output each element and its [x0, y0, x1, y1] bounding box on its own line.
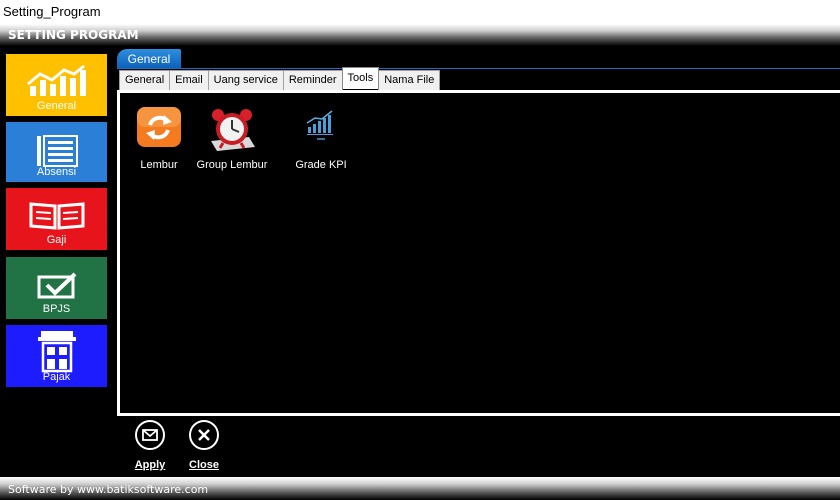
- sidebar-item-absensi[interactable]: Absensi: [6, 122, 107, 182]
- tab-strip: General Email Uang service Reminder Tool…: [119, 67, 441, 90]
- list-icon: [36, 135, 78, 167]
- tab-tools[interactable]: Tools: [341, 67, 380, 89]
- book-icon: [29, 202, 84, 230]
- tools-panel: Lembur Group Lembur Grade KPI: [117, 90, 840, 416]
- sidebar-item-label: General: [36, 100, 77, 112]
- tab-reminder[interactable]: Reminder: [282, 70, 343, 90]
- checkmark-envelope-icon: [37, 272, 76, 299]
- close-label: Close: [189, 459, 219, 471]
- window-titlebar: Setting_Program: [0, 0, 840, 24]
- apply-label: Apply: [134, 459, 166, 471]
- tool-label: Group Lembur: [196, 159, 268, 171]
- tab-general[interactable]: General: [119, 70, 171, 90]
- tool-grade-kpi[interactable]: Grade KPI: [276, 107, 366, 171]
- tab-uang-service[interactable]: Uang service: [207, 70, 284, 90]
- header-bar: SETTING PROGRAM: [0, 24, 840, 46]
- sidebar-item-label: Gaji: [46, 234, 67, 246]
- footer-bar: Software by www.batiksoftware.com: [0, 477, 840, 500]
- window-title: Setting_Program: [3, 4, 101, 19]
- sidebar-item-label: Absensi: [36, 166, 77, 178]
- tool-label: Grade KPI: [295, 159, 347, 171]
- apply-button[interactable]: Apply: [125, 420, 175, 471]
- line-chart-icon: [26, 64, 86, 96]
- tab-nama-file[interactable]: Nama File: [378, 70, 441, 90]
- sidebar-item-label: BPJS: [42, 303, 71, 315]
- building-icon: [37, 331, 76, 373]
- alarm-clock-icon: [209, 107, 255, 153]
- kpi-chart-icon: [298, 107, 344, 153]
- sidebar-item-gaji[interactable]: Gaji: [6, 188, 107, 250]
- sidebar-item-label: Pajak: [42, 371, 71, 383]
- tab-email[interactable]: Email: [169, 70, 209, 90]
- tool-group-lembur[interactable]: Group Lembur: [187, 107, 277, 171]
- refresh-icon: [136, 107, 182, 153]
- tab-divider: [117, 68, 840, 69]
- close-icon: [189, 420, 219, 450]
- footer-text: Software by www.batiksoftware.com: [8, 483, 209, 496]
- sidebar-item-bpjs[interactable]: BPJS: [6, 257, 107, 319]
- envelope-icon: [135, 420, 165, 450]
- header-title: SETTING PROGRAM: [8, 28, 139, 42]
- tab-group-general[interactable]: General: [117, 49, 181, 69]
- sidebar-item-general[interactable]: General: [6, 54, 107, 116]
- sidebar-item-pajak[interactable]: Pajak: [6, 325, 107, 387]
- close-button[interactable]: Close: [179, 420, 229, 471]
